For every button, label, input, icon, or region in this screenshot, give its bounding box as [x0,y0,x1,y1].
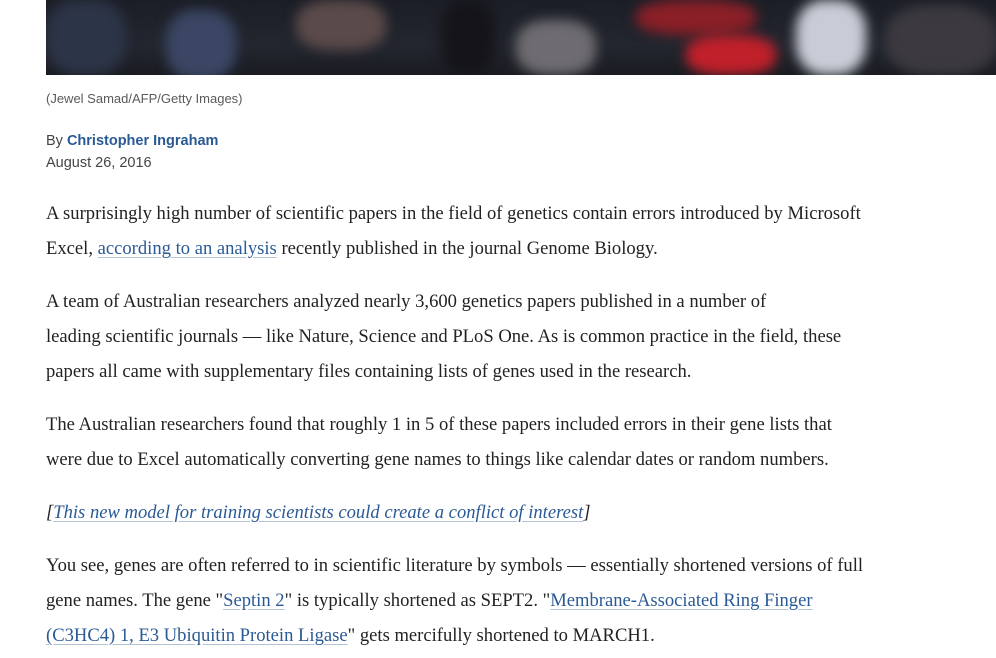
paragraph-text: were due to Excel automatically converti… [46,449,829,470]
paragraph-text: A surprisingly high number of scientific… [46,203,861,224]
paragraph-text: papers all came with supplementary files… [46,361,692,382]
related-article-link[interactable]: This new model for training scientists c… [53,502,583,523]
related-article: [This new model for training scientists … [46,495,996,530]
paragraph-text: The Australian researchers found that ro… [46,414,832,435]
septin-2-link[interactable]: Septin 2 [223,590,284,611]
paragraph-4: You see, genes are often referred to in … [46,548,996,653]
paragraph-text: Excel, [46,238,98,259]
photo-caption: (Jewel Samad/AFP/Getty Images) [46,91,243,106]
bracket-close: ] [583,502,591,523]
paragraph-1: A surprisingly high number of scientific… [46,196,996,266]
analysis-link[interactable]: according to an analysis [98,238,277,259]
byline: By Christopher Ingraham [46,133,218,149]
paragraph-text: " gets mercifully shortened to MARCH1. [347,625,655,646]
author-link[interactable]: Christopher Ingraham [67,133,218,149]
byline-prefix: By [46,133,63,149]
paragraph-text: recently published in the journal Genome… [276,238,658,259]
paragraph-text: gene names. The gene " [46,590,224,611]
march1-link-continued[interactable]: (C3HC4) 1, E3 Ubiquitin Protein Ligase [46,625,348,646]
paragraph-text: leading scientific journals — like Natur… [46,326,842,347]
paragraph-text: You see, genes are often referred to in … [46,555,864,576]
march1-link[interactable]: Membrane-Associated Ring Finger [550,590,812,611]
publish-date: August 26, 2016 [46,155,152,171]
article-body: A surprisingly high number of scientific… [46,196,996,658]
paragraph-3: The Australian researchers found that ro… [46,407,996,477]
article-page: (Jewel Samad/AFP/Getty Images) By Christ… [0,0,996,658]
paragraph-2: A team of Australian researchers analyze… [46,284,996,389]
paragraph-text: A team of Australian researchers analyze… [46,291,767,312]
paragraph-text: " is typically shortened as SEPT2. " [284,590,551,611]
article-photo [46,0,996,75]
